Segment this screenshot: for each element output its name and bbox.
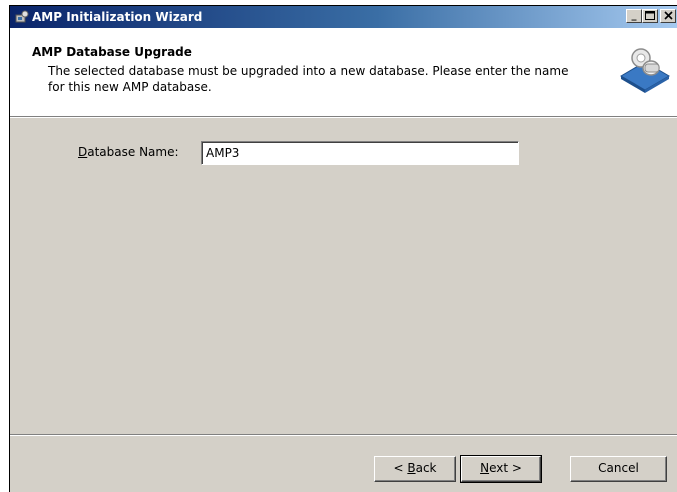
back-button[interactable]: < Back — [374, 456, 456, 482]
next-button[interactable]: Next > — [460, 455, 542, 483]
cancel-button[interactable]: Cancel — [570, 456, 667, 482]
back-button-prefix: < — [393, 461, 408, 475]
next-button-accel: N — [480, 461, 490, 475]
button-separator — [10, 434, 677, 436]
app-icon — [15, 10, 29, 23]
close-button[interactable] — [660, 9, 676, 23]
close-icon — [663, 11, 673, 20]
title-bar[interactable]: AMP Initialization Wizard _ — [10, 6, 677, 28]
minimize-icon: _ — [631, 10, 637, 21]
minimize-button[interactable]: _ — [626, 9, 642, 23]
database-name-label-accel: D — [78, 145, 88, 159]
database-key-icon — [620, 48, 670, 93]
database-name-label: Database Name: — [78, 145, 179, 159]
wizard-window: AMP Initialization Wizard _ AMP Database… — [9, 5, 677, 492]
database-name-label-text: atabase Name: — [87, 145, 179, 159]
maximize-icon — [645, 11, 655, 20]
window-title: AMP Initialization Wizard — [32, 10, 203, 24]
cancel-button-label: Cancel — [598, 461, 639, 475]
header-panel: AMP Database Upgrade The selected databa… — [10, 28, 677, 118]
page-title: AMP Database Upgrade — [32, 45, 192, 59]
database-name-input[interactable] — [201, 141, 519, 165]
back-button-text: ack — [415, 461, 437, 475]
maximize-button[interactable] — [642, 9, 658, 23]
page-description: The selected database must be upgraded i… — [48, 64, 569, 94]
next-button-text: ext > — [489, 461, 522, 475]
back-button-accel: B — [407, 461, 416, 475]
